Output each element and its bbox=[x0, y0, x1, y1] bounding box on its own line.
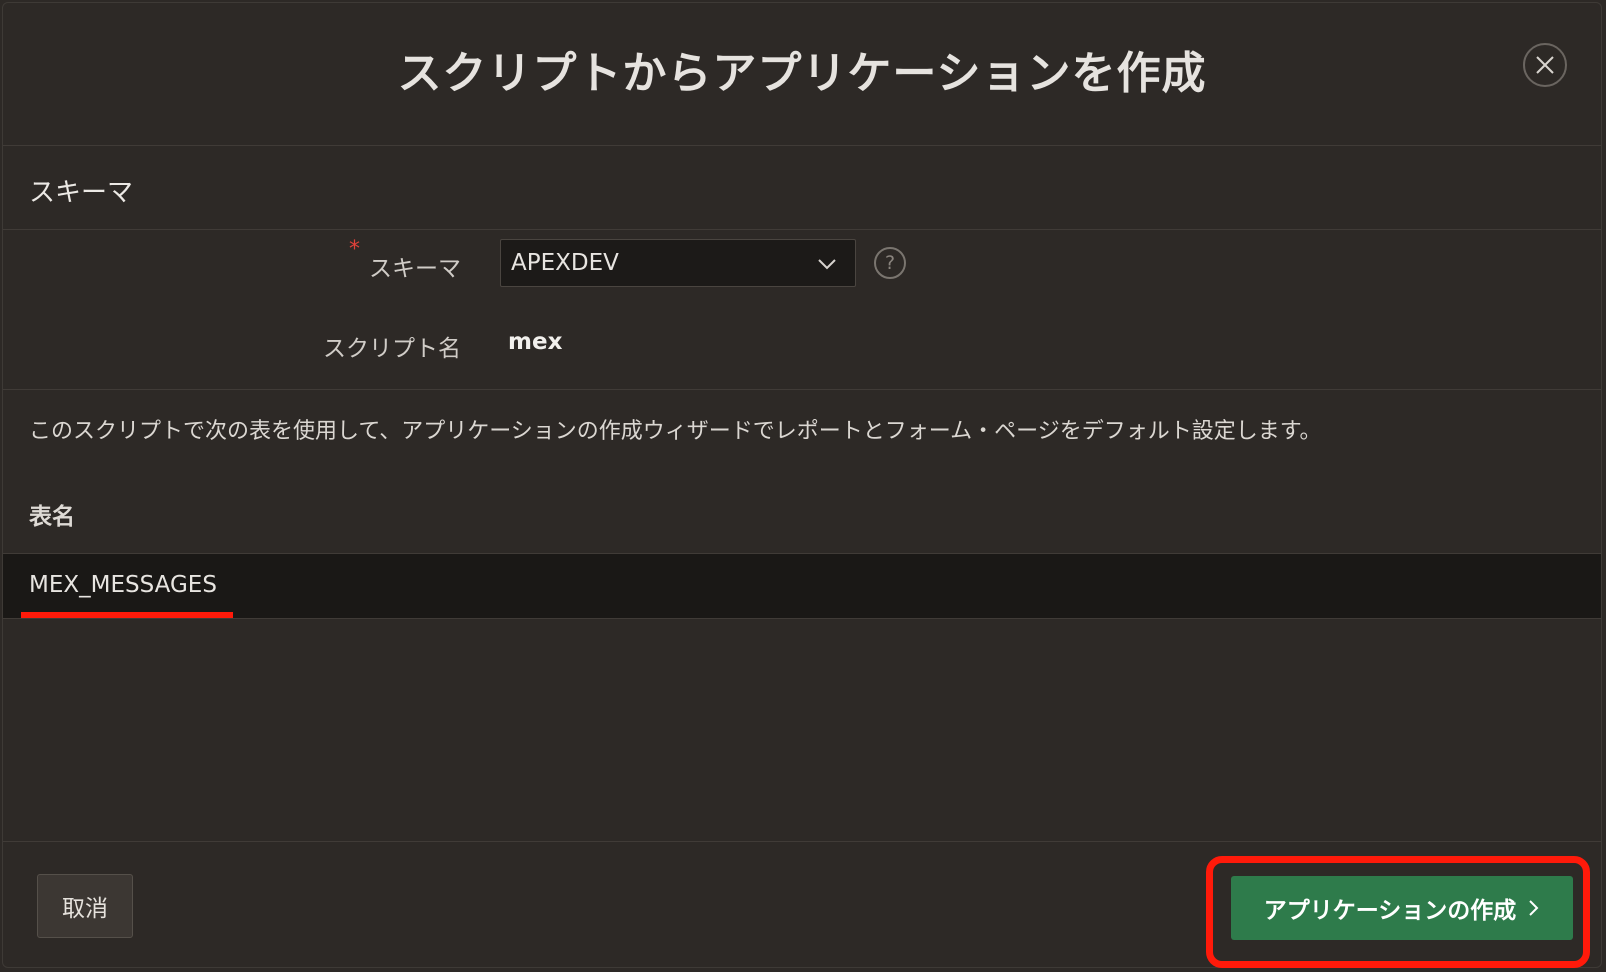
help-icon[interactable]: ? bbox=[874, 247, 906, 279]
required-mark: * bbox=[349, 237, 360, 262]
schema-label: * スキーマ bbox=[349, 237, 461, 283]
schema-select-value: APEXDEV bbox=[511, 250, 619, 276]
table-column-header: 表名 bbox=[29, 504, 75, 530]
region-title: スキーマ bbox=[29, 178, 134, 208]
dialog-titlebar: スクリプトからアプリケーションを作成 bbox=[3, 3, 1601, 146]
annotation-underline bbox=[21, 612, 233, 618]
create-button-label: アプリケーションの作成 bbox=[1263, 898, 1517, 924]
chevron-down-icon bbox=[818, 259, 836, 270]
close-icon bbox=[1536, 56, 1554, 74]
close-button[interactable] bbox=[1523, 43, 1567, 87]
create-app-dialog: スクリプトからアプリケーションを作成 スキーマ * スキーマ APEXDEV ?… bbox=[2, 2, 1602, 968]
divider bbox=[3, 389, 1601, 390]
cancel-button-label: 取消 bbox=[62, 896, 108, 922]
description-text: このスクリプトで次の表を使用して、アプリケーションの作成ウィザードでレポートとフ… bbox=[29, 419, 1322, 444]
script-name-label: スクリプト名 bbox=[323, 336, 461, 362]
schema-select[interactable]: APEXDEV bbox=[500, 239, 856, 287]
table-row: MEX_MESSAGES bbox=[3, 553, 1601, 619]
cancel-button[interactable]: 取消 bbox=[37, 874, 133, 938]
chevron-right-icon bbox=[1529, 900, 1539, 916]
script-name-value: mex bbox=[508, 329, 563, 355]
schema-row: * スキーマ APEXDEV ? bbox=[3, 237, 1601, 289]
schema-label-text: スキーマ bbox=[369, 256, 461, 282]
help-glyph: ? bbox=[884, 252, 896, 274]
script-name-row: スクリプト名 mex bbox=[3, 325, 1601, 365]
table-cell-name: MEX_MESSAGES bbox=[29, 572, 217, 598]
dialog-title: スクリプトからアプリケーションを作成 bbox=[397, 48, 1207, 99]
create-application-button[interactable]: アプリケーションの作成 bbox=[1231, 876, 1573, 940]
schema-region-header: スキーマ bbox=[3, 146, 1601, 230]
dialog-footer: 取消 アプリケーションの作成 bbox=[3, 841, 1601, 969]
